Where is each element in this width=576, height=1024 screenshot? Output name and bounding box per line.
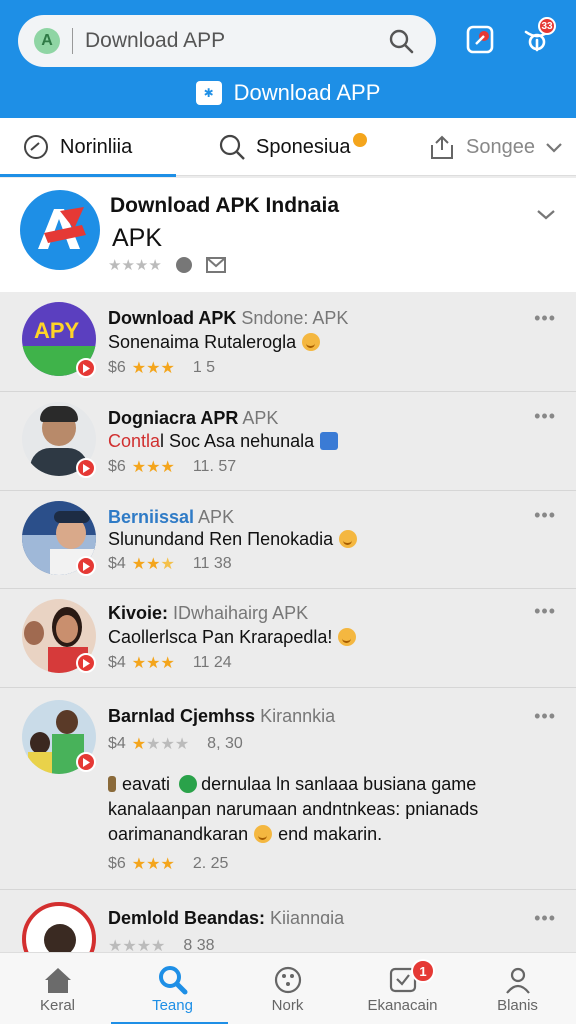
tab-norinliia[interactable]: Norinliia [22,118,132,176]
app-meta-secondary: $6 ★★★ 2. 25 [108,855,229,873]
more-options-icon[interactable]: ••• [534,406,556,427]
download-app-icon: ✱ [195,81,222,105]
search-icon [158,966,187,995]
more-options-icon[interactable]: ••• [534,308,556,329]
app-title: Demlold Beandas: Kiiannɑia [108,908,345,928]
list-item[interactable]: Dogniacra APR APK Contlal Soc Asa nehuna… [0,392,576,491]
fire-icon [352,133,367,147]
person-icon [505,967,530,994]
download-banner-label: Download APP [233,80,381,105]
badge-icon [179,775,198,793]
featured-rating: ★★★★ [108,256,226,274]
smiley-icon [302,333,321,351]
app-subtitle: Sonenaima Rutalerogla [108,332,321,353]
nav-item-keral[interactable]: Keral [0,953,115,1024]
app-title: Download APK Sndone: APK [108,308,349,328]
nav-label: Keral [39,997,76,1014]
nav-item-blanis[interactable]: Blanis [460,953,575,1024]
rating-stars: ★★★★ [108,257,162,274]
app-title: Dogniacra APR APK [108,408,279,428]
nav-label: Ekanacain [367,997,438,1014]
smiley-icon [254,825,273,843]
app-meta: $6 ★★★ 1 5 [108,359,216,377]
tab-sponesiua[interactable]: Sponesiua [218,118,367,176]
compass-icon [24,135,48,159]
nav-label: Teang [152,997,193,1014]
tab-label: Sponesiua [256,135,351,158]
nav-item-teang[interactable]: Teang [115,953,230,1024]
list-item[interactable]: Kivoie: IDwhaihairg APK Caollerlsca Pan … [0,589,576,688]
chevron-down-icon[interactable] [534,202,558,226]
featured-title: Download APK Indnaia [110,194,340,217]
app-subtitle: Contlal Soc Asa nehunala [108,431,339,452]
list-item[interactable]: APY Download APK Sndone: APK Sonenaima R… [0,294,576,392]
search-icon [219,134,245,160]
info-icon [320,432,339,450]
bottom-navigation: Keral Teang Nork Ekanacain 1 Blanis [0,952,576,1024]
app-subtitle: Caollerlsca Pan Kraraρedla! [108,627,357,648]
tab-label: Norinliia [60,135,133,158]
app-meta: $4 ★★★ 11 38 [108,555,232,573]
app-meta: ★★★★ 8 38 [108,937,215,952]
active-tab-indicator [0,174,176,177]
tab-songee[interactable]: Songee [428,118,575,176]
tab-label: Songee [466,135,535,158]
app-meta: $4 ★★★★ 8, 30 [108,735,243,753]
download-banner[interactable]: ✱ Download APP [0,78,576,108]
chevron-down-icon [546,143,562,153]
play-icon [76,358,96,378]
nav-badge: 1 [411,959,435,983]
app-title: Barnlad Cjemhss Kirannkia [108,706,336,726]
search-input[interactable]: Download APP [85,29,388,53]
app-description: eavati dernulaa ln sanlaaa busiana game … [108,774,479,844]
app-logo-icon: A [34,28,60,54]
search-divider [72,28,73,54]
search-bar[interactable]: A Download APP [18,15,436,67]
palette-icon [274,966,301,994]
app-title: Kivoie: IDwhaihairg APK [108,603,309,623]
app-meta: $4 ★★★ 11 24 [108,654,232,672]
featured-app-card[interactable]: Download APK Indnaia APK ★★★★ [0,178,576,292]
more-options-icon[interactable]: ••• [534,706,556,727]
home-icon [44,968,71,993]
smiley-icon [338,628,357,646]
play-icon [76,556,96,576]
share-icon [431,135,453,159]
play-icon [76,458,96,478]
play-icon [76,653,96,673]
edit-icon[interactable] [464,22,498,56]
nav-item-nork[interactable]: Nork [230,953,345,1024]
category-tabs: Norinliia Sponesiua Songee [0,118,576,177]
nav-label: Blanis [497,997,538,1014]
app-avatar [22,902,96,952]
app-meta: $6 ★★★ 11. 57 [108,458,237,476]
app-title: Berniissal APK [108,507,235,527]
notification-badge: 33 [538,17,556,35]
list-item[interactable]: Berniissal APK Slunundand Ren Πenokadia … [0,491,576,589]
play-icon [76,752,96,772]
nav-label: Nork [271,997,304,1014]
more-options-icon[interactable]: ••• [534,601,556,622]
nav-item-ekanacain[interactable]: Ekanacain 1 [345,953,460,1024]
search-icon[interactable] [388,28,414,54]
face-icon [175,257,192,273]
list-item[interactable]: Demlold Beandas: Kiiannɑia ★★★★ 8 38 ••• [0,890,576,952]
apk-logo-icon [20,190,100,270]
list-item[interactable]: Barnlad Cjemhss Kirannkia $4 ★★★★ 8, 30 ea… [0,688,576,890]
tag-icon [108,776,116,792]
smiley-icon [339,530,358,548]
app-subtitle: Slunundand Ren Πenokadia [108,529,358,550]
app-header: A Download APP 33 ✱ Download APP [0,0,576,118]
more-options-icon[interactable]: ••• [534,908,556,929]
mail-icon[interactable] [205,257,226,273]
more-options-icon[interactable]: ••• [534,505,556,526]
featured-subtitle: APK [112,224,163,252]
